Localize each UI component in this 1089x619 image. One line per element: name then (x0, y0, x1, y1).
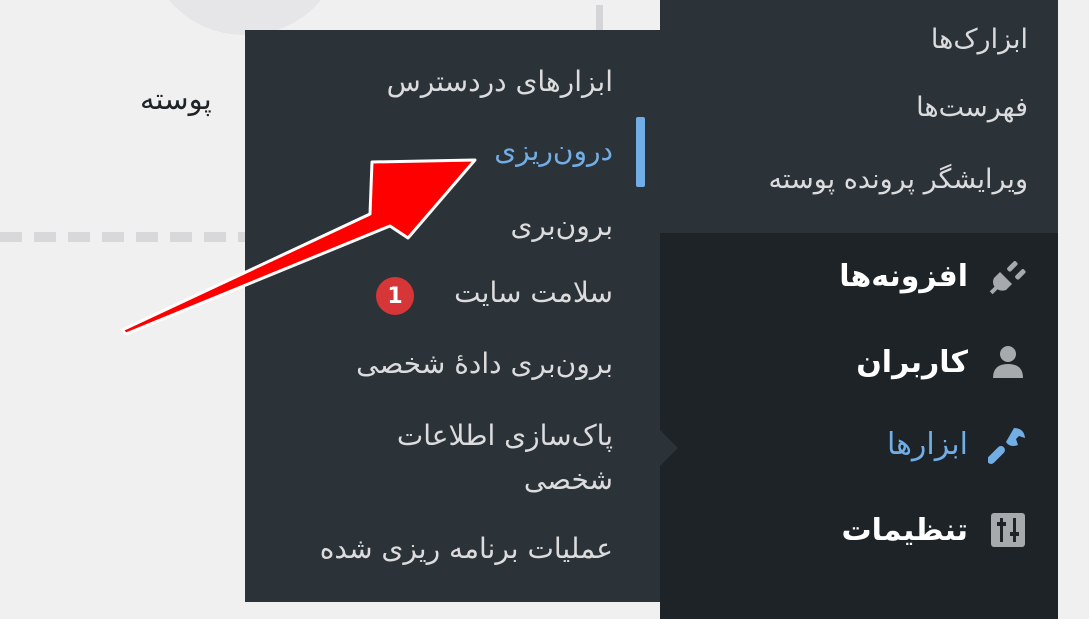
wrench-icon (988, 424, 1028, 464)
tools-flyout-menu: ابزارهای دردسترس درون‌ریزی برون‌بری سلام… (245, 30, 660, 602)
sidebar-item-users[interactable]: کاربران (856, 340, 1028, 384)
flyout-item-export-personal-data[interactable]: برون‌بری دادهٔ شخصی (356, 342, 613, 386)
flyout-pointer (658, 428, 678, 468)
page-edge (1058, 0, 1089, 619)
flyout-item-site-health[interactable]: سلامت سایت (454, 271, 613, 315)
plugin-icon (988, 256, 1028, 296)
submenu-item-theme-file-editor[interactable]: ویرایشگر پرونده پوسته (768, 164, 1028, 195)
flyout-item-available-tools[interactable]: ابزارهای دردسترس (387, 60, 613, 104)
notification-badge: 1 (376, 277, 414, 315)
flyout-item-import[interactable]: درون‌ریزی (494, 129, 613, 173)
user-icon (988, 342, 1028, 382)
appearance-submenu: ابزارک‌ها فهرست‌ها ویرایشگر پرونده پوسته (660, 0, 1058, 233)
sidebar-item-settings[interactable]: تنظیمات (841, 508, 1028, 552)
sidebar-item-tools[interactable]: ابزارها (887, 422, 1028, 466)
sidebar-item-plugins[interactable]: افزونه‌ها (839, 254, 1028, 298)
active-indicator (636, 117, 645, 187)
flyout-item-export[interactable]: برون‌بری (511, 204, 613, 248)
sidebar-item-label: ابزارها (886, 426, 968, 462)
settings-sliders-icon (988, 510, 1028, 550)
submenu-item-widgets[interactable]: ابزارک‌ها (931, 24, 1028, 55)
sidebar-item-label: افزونه‌ها (839, 258, 968, 294)
flyout-item-erase-personal-data[interactable]: پاک‌سازی اطلاعات شخصی (353, 414, 613, 502)
admin-sidebar: ابزارک‌ها فهرست‌ها ویرایشگر پرونده پوسته… (660, 0, 1058, 619)
theme-label: پوسته (140, 82, 212, 116)
sidebar-item-label: تنظیمات (841, 512, 968, 548)
flyout-item-scheduled-actions[interactable]: عملیات برنامه ریزی شده (320, 527, 613, 571)
submenu-item-menus[interactable]: فهرست‌ها (916, 92, 1028, 123)
sidebar-item-label: کاربران (856, 344, 968, 380)
